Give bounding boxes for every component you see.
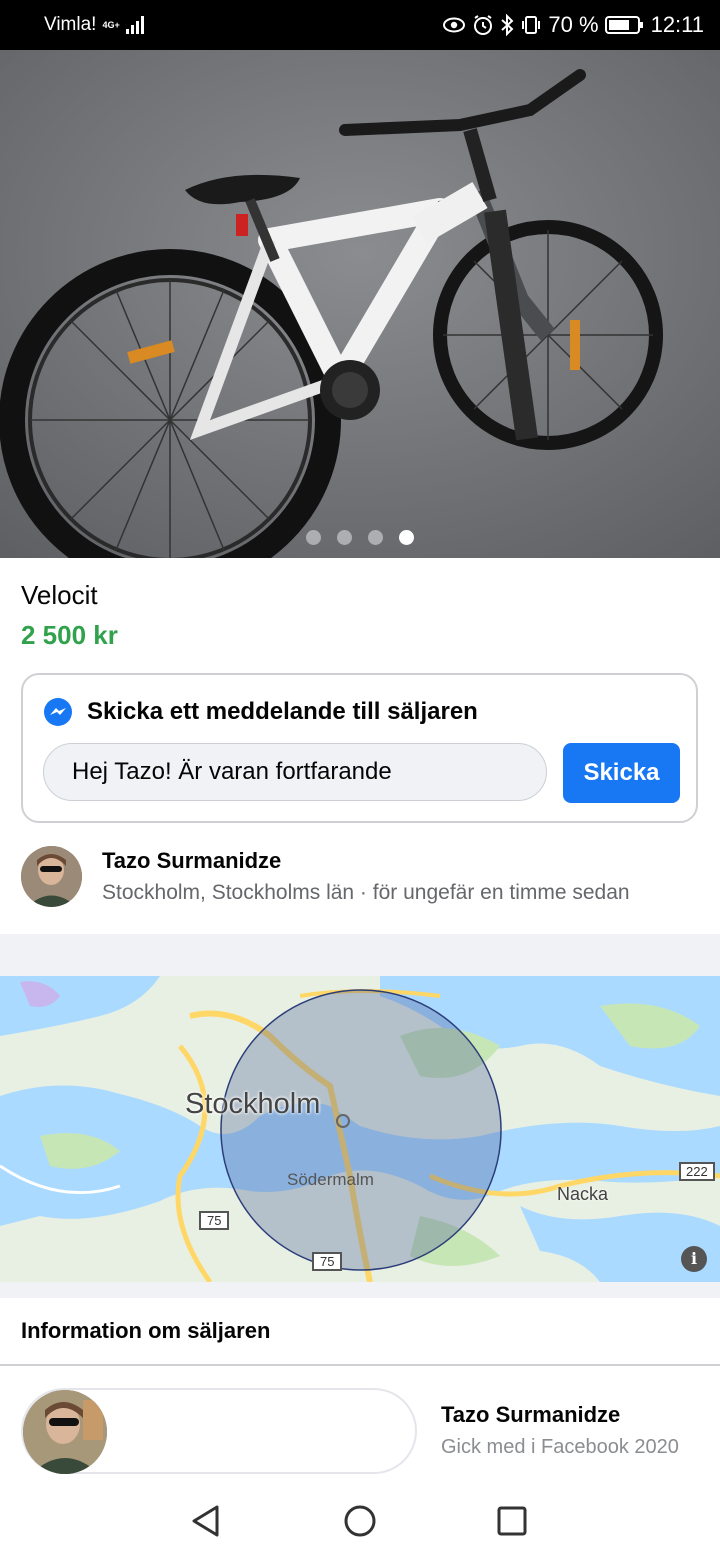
seller-joined: Gick med i Facebook 2020 [441,1436,679,1458]
avatar[interactable] [23,1390,107,1474]
clock: 12:11 [650,12,704,37]
road-shield-75: 75 [199,1211,230,1230]
avatar[interactable] [21,846,82,907]
carrier-label: Vimla! [44,14,97,35]
message-heading: Skicka ett meddelande till säljaren [87,698,478,725]
listing-title: Velocit [21,580,98,610]
seller-info-name[interactable]: Tazo Surmanidze [441,1402,620,1428]
section-divider [0,934,720,976]
bluetooth-icon [501,14,514,36]
network-type: 4G+ [102,19,120,30]
send-button[interactable]: Skicka [563,743,680,803]
road-shield-222: 222 [679,1162,715,1181]
pagination-dot[interactable] [306,530,321,545]
pagination-dot[interactable] [337,530,352,545]
divider [0,1364,720,1366]
bicycle-image [0,50,720,558]
pagination-dot-active[interactable] [399,530,414,545]
seller-profile-pill[interactable] [21,1388,417,1474]
messenger-icon [44,698,72,726]
navigation-bar [0,1484,720,1560]
road-shield-75: 75 [312,1252,343,1271]
message-input[interactable]: Hej Tazo! Är varan fortfarande [43,743,547,801]
status-bar: Vimla! 4G+ 70 % 12:11 [0,0,720,50]
map-suburb-label: Nacka [557,1184,609,1204]
signal-icon [125,16,144,34]
battery-icon [604,16,643,34]
location-map[interactable]: Stockholm Södermalm Nacka 75 75 222 i [0,976,720,1282]
alarm-icon [474,15,493,35]
seller-name[interactable]: Tazo Surmanidze [102,848,281,874]
seller-info-heading: Information om säljaren [21,1318,271,1343]
listing-photo[interactable] [0,50,720,558]
photo-pagination[interactable] [0,530,720,545]
seller-row[interactable]: Tazo Surmanidze Stockholm, Stockholms lä… [0,840,720,930]
back-icon[interactable] [190,1504,222,1538]
seller-location-time: Stockholm, Stockholms län · för ungefär … [102,881,630,904]
recents-icon[interactable] [497,1506,527,1536]
vibrate-icon [522,16,541,34]
message-seller-card: Skicka ett meddelande till säljaren Hej … [21,673,698,823]
home-icon[interactable] [343,1504,377,1538]
pagination-dot[interactable] [368,530,383,545]
section-divider [0,1282,720,1298]
map-city-label: Stockholm [185,1088,321,1120]
battery-percent: 70 % [548,12,599,37]
listing-price: 2 500 kr [21,620,118,650]
map-info-icon[interactable]: i [681,1246,707,1272]
map-district-label: Södermalm [287,1170,374,1189]
eye-icon [443,17,466,33]
